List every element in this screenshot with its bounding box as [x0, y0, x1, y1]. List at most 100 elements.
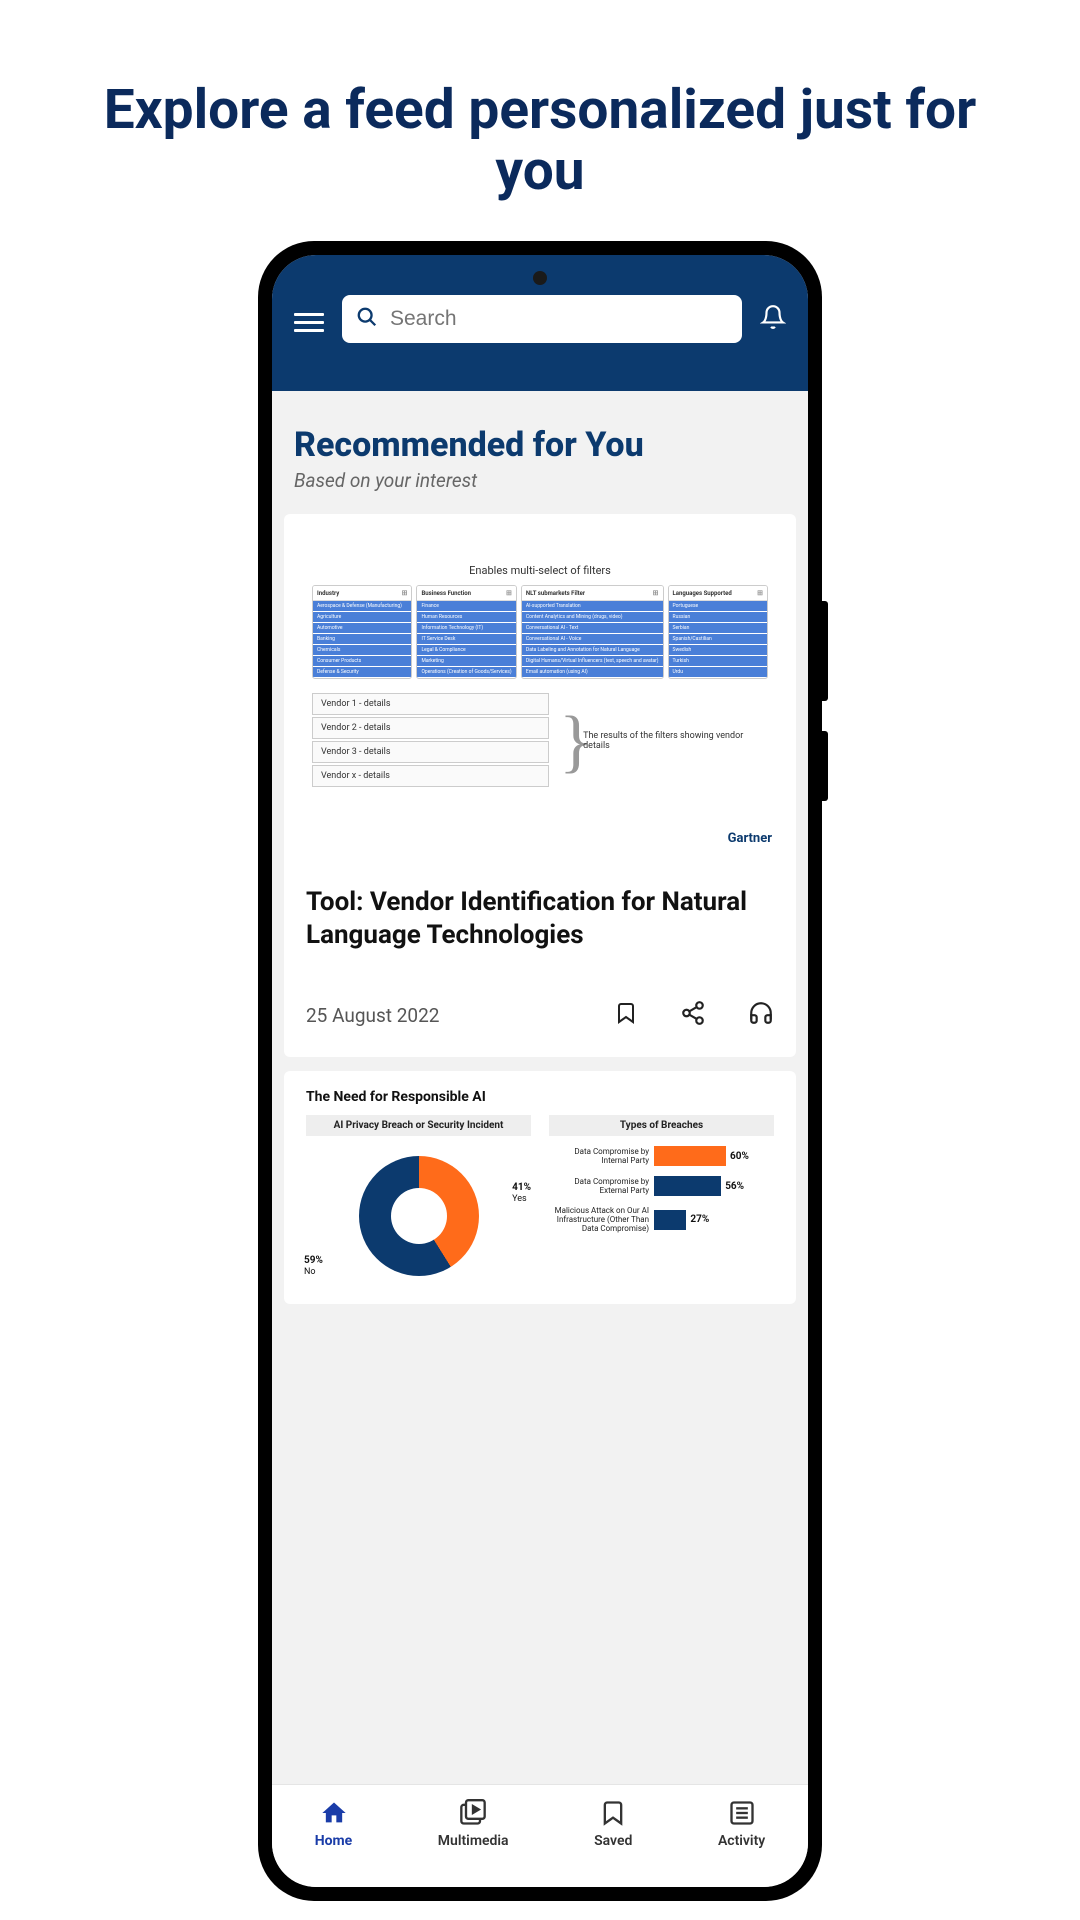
bar-row: Data Compromise by Internal Party 60% — [549, 1146, 774, 1166]
preview-caption: Enables multi-select of filters — [312, 564, 768, 577]
filter-item: Banking — [313, 634, 411, 645]
filter-header: Industry — [313, 586, 411, 601]
nav-multimedia[interactable]: Multimedia — [438, 1799, 509, 1849]
multimedia-icon — [459, 1799, 487, 1827]
filter-header: NLT submarkets Filter — [522, 586, 663, 601]
headphones-icon[interactable] — [748, 999, 774, 1031]
filter-lang: Languages Supported PortugueseRussianSer… — [668, 585, 768, 679]
filter-item: Swedish — [669, 645, 767, 656]
bar-row: Malicious Attack on Our AI Infrastructur… — [549, 1206, 774, 1234]
bar-fill — [654, 1146, 726, 1166]
filter-item: AI-supported Translation — [522, 601, 663, 612]
search-input[interactable] — [390, 307, 728, 331]
donut-graphic — [359, 1156, 479, 1276]
card-meta: 25 August 2022 — [306, 999, 774, 1031]
vendor-desc: The results of the filters showing vendo… — [583, 731, 768, 751]
filter-row: Industry Aerospace & Defense (Manufactur… — [312, 585, 768, 679]
filter-item: Russian — [669, 612, 767, 623]
article-title: Tool: Vendor Identification for Natural … — [306, 886, 774, 951]
filter-item: Serbian — [669, 623, 767, 634]
filter-item: Automotive — [313, 623, 411, 634]
vendor-item: Vendor 2 - details — [312, 717, 549, 739]
menu-icon[interactable] — [294, 308, 324, 330]
filter-item: Conversational AI - Voice — [522, 634, 663, 645]
card-actions — [614, 999, 774, 1031]
bar-label: Data Compromise by External Party — [549, 1177, 649, 1195]
filter-item: Spanish/Castilian — [669, 634, 767, 645]
vendor-item: Vendor 1 - details — [312, 693, 549, 715]
page-headline: Explore a feed personalized just for you — [0, 0, 1080, 241]
donut-chart: AI Privacy Breach or Security Incident 4… — [306, 1115, 531, 1286]
nav-label: Home — [315, 1833, 352, 1849]
bar-value: 60% — [730, 1151, 749, 1162]
card-body: Tool: Vendor Identification for Natural … — [284, 856, 796, 1057]
filter-item: Defense & Security — [313, 667, 411, 678]
nav-label: Activity — [718, 1833, 765, 1849]
filter-item: Portuguese — [669, 601, 767, 612]
bar-chart: Types of Breaches Data Compromise by Int… — [549, 1115, 774, 1286]
home-icon — [320, 1799, 348, 1827]
bar-value: 56% — [725, 1181, 744, 1192]
filter-nlt: NLT submarkets Filter AI-supported Trans… — [521, 585, 664, 679]
bar-value: 27% — [690, 1214, 709, 1225]
filter-item: Human Resources — [417, 612, 515, 623]
phone-frame: Recommended for You Based on your intere… — [258, 241, 822, 1901]
bookmark-icon — [599, 1799, 627, 1827]
filter-item: Urdu — [669, 667, 767, 678]
phone-screen: Recommended for You Based on your intere… — [272, 255, 808, 1887]
bar-track: 56% — [654, 1176, 774, 1196]
donut-label-yes: 41%Yes — [512, 1182, 531, 1205]
app-header — [272, 255, 808, 391]
bar-row: Data Compromise by External Party 56% — [549, 1176, 774, 1196]
nav-label: Multimedia — [438, 1833, 509, 1849]
filter-business: Business Function FinanceHuman Resources… — [416, 585, 516, 679]
bar-fill — [654, 1210, 686, 1230]
charts-row: AI Privacy Breach or Security Incident 4… — [306, 1115, 774, 1286]
vendor-item: Vendor 3 - details — [312, 741, 549, 763]
filter-item: Data Labeling and Annotation for Natural… — [522, 645, 663, 656]
filter-header: Business Function — [417, 586, 515, 601]
section-subtitle: Based on your interest — [272, 469, 808, 514]
filter-item: Turkish — [669, 656, 767, 667]
bell-icon[interactable] — [760, 304, 786, 334]
nav-saved[interactable]: Saved — [594, 1799, 632, 1849]
donut-label-no: 59%No — [304, 1255, 323, 1278]
filter-item: Agriculture — [313, 612, 411, 623]
brand-logo: Gartner — [728, 831, 772, 846]
vendor-list: Vendor 1 - detailsVendor 2 - detailsVend… — [312, 693, 549, 789]
chart-main-title: The Need for Responsible AI — [306, 1089, 774, 1105]
filter-item: Digital Humans/Virtual Influencers (text… — [522, 656, 663, 667]
bars: Data Compromise by Internal Party 60% Da… — [549, 1146, 774, 1234]
bookmark-icon[interactable] — [614, 999, 638, 1031]
article-card[interactable]: The Need for Responsible AI AI Privacy B… — [284, 1071, 796, 1304]
search-icon — [356, 306, 378, 332]
vendor-item: Vendor x - details — [312, 765, 549, 787]
filter-item: Content Analytics and Mining (drugs, vid… — [522, 612, 663, 623]
filter-item: Marketing — [417, 656, 515, 667]
vendor-area: Vendor 1 - detailsVendor 2 - detailsVend… — [312, 693, 768, 789]
bar-fill — [654, 1176, 721, 1196]
phone-side-button — [822, 601, 828, 701]
filter-item: Finance — [417, 601, 515, 612]
nav-label: Saved — [594, 1833, 632, 1849]
article-date: 25 August 2022 — [306, 1004, 439, 1027]
section-title: Recommended for You — [272, 411, 808, 469]
article-card[interactable]: Enables multi-select of filters Industry… — [284, 514, 796, 1057]
filter-header: Languages Supported — [669, 586, 767, 601]
share-icon[interactable] — [680, 999, 706, 1031]
filter-item: IT Service Desk — [417, 634, 515, 645]
nav-activity[interactable]: Activity — [718, 1799, 765, 1849]
nav-home[interactable]: Home — [315, 1799, 352, 1849]
filter-item: Chemicals — [313, 645, 411, 656]
filter-item: Consumer Products — [313, 656, 411, 667]
filter-item: Email automation (using AI) — [522, 667, 663, 678]
phone-side-button — [822, 731, 828, 801]
card-preview-image: The Need for Responsible AI AI Privacy B… — [284, 1071, 796, 1304]
search-bar[interactable] — [342, 295, 742, 343]
filter-item: Operations (Creation of Goods/Services) — [417, 667, 515, 678]
brace-icon: } — [559, 710, 573, 773]
bar-label: Data Compromise by Internal Party — [549, 1147, 649, 1165]
chart-header: Types of Breaches — [549, 1115, 774, 1136]
filter-item: Conversational AI - Text — [522, 623, 663, 634]
card-preview-image: Enables multi-select of filters Industry… — [284, 514, 796, 856]
